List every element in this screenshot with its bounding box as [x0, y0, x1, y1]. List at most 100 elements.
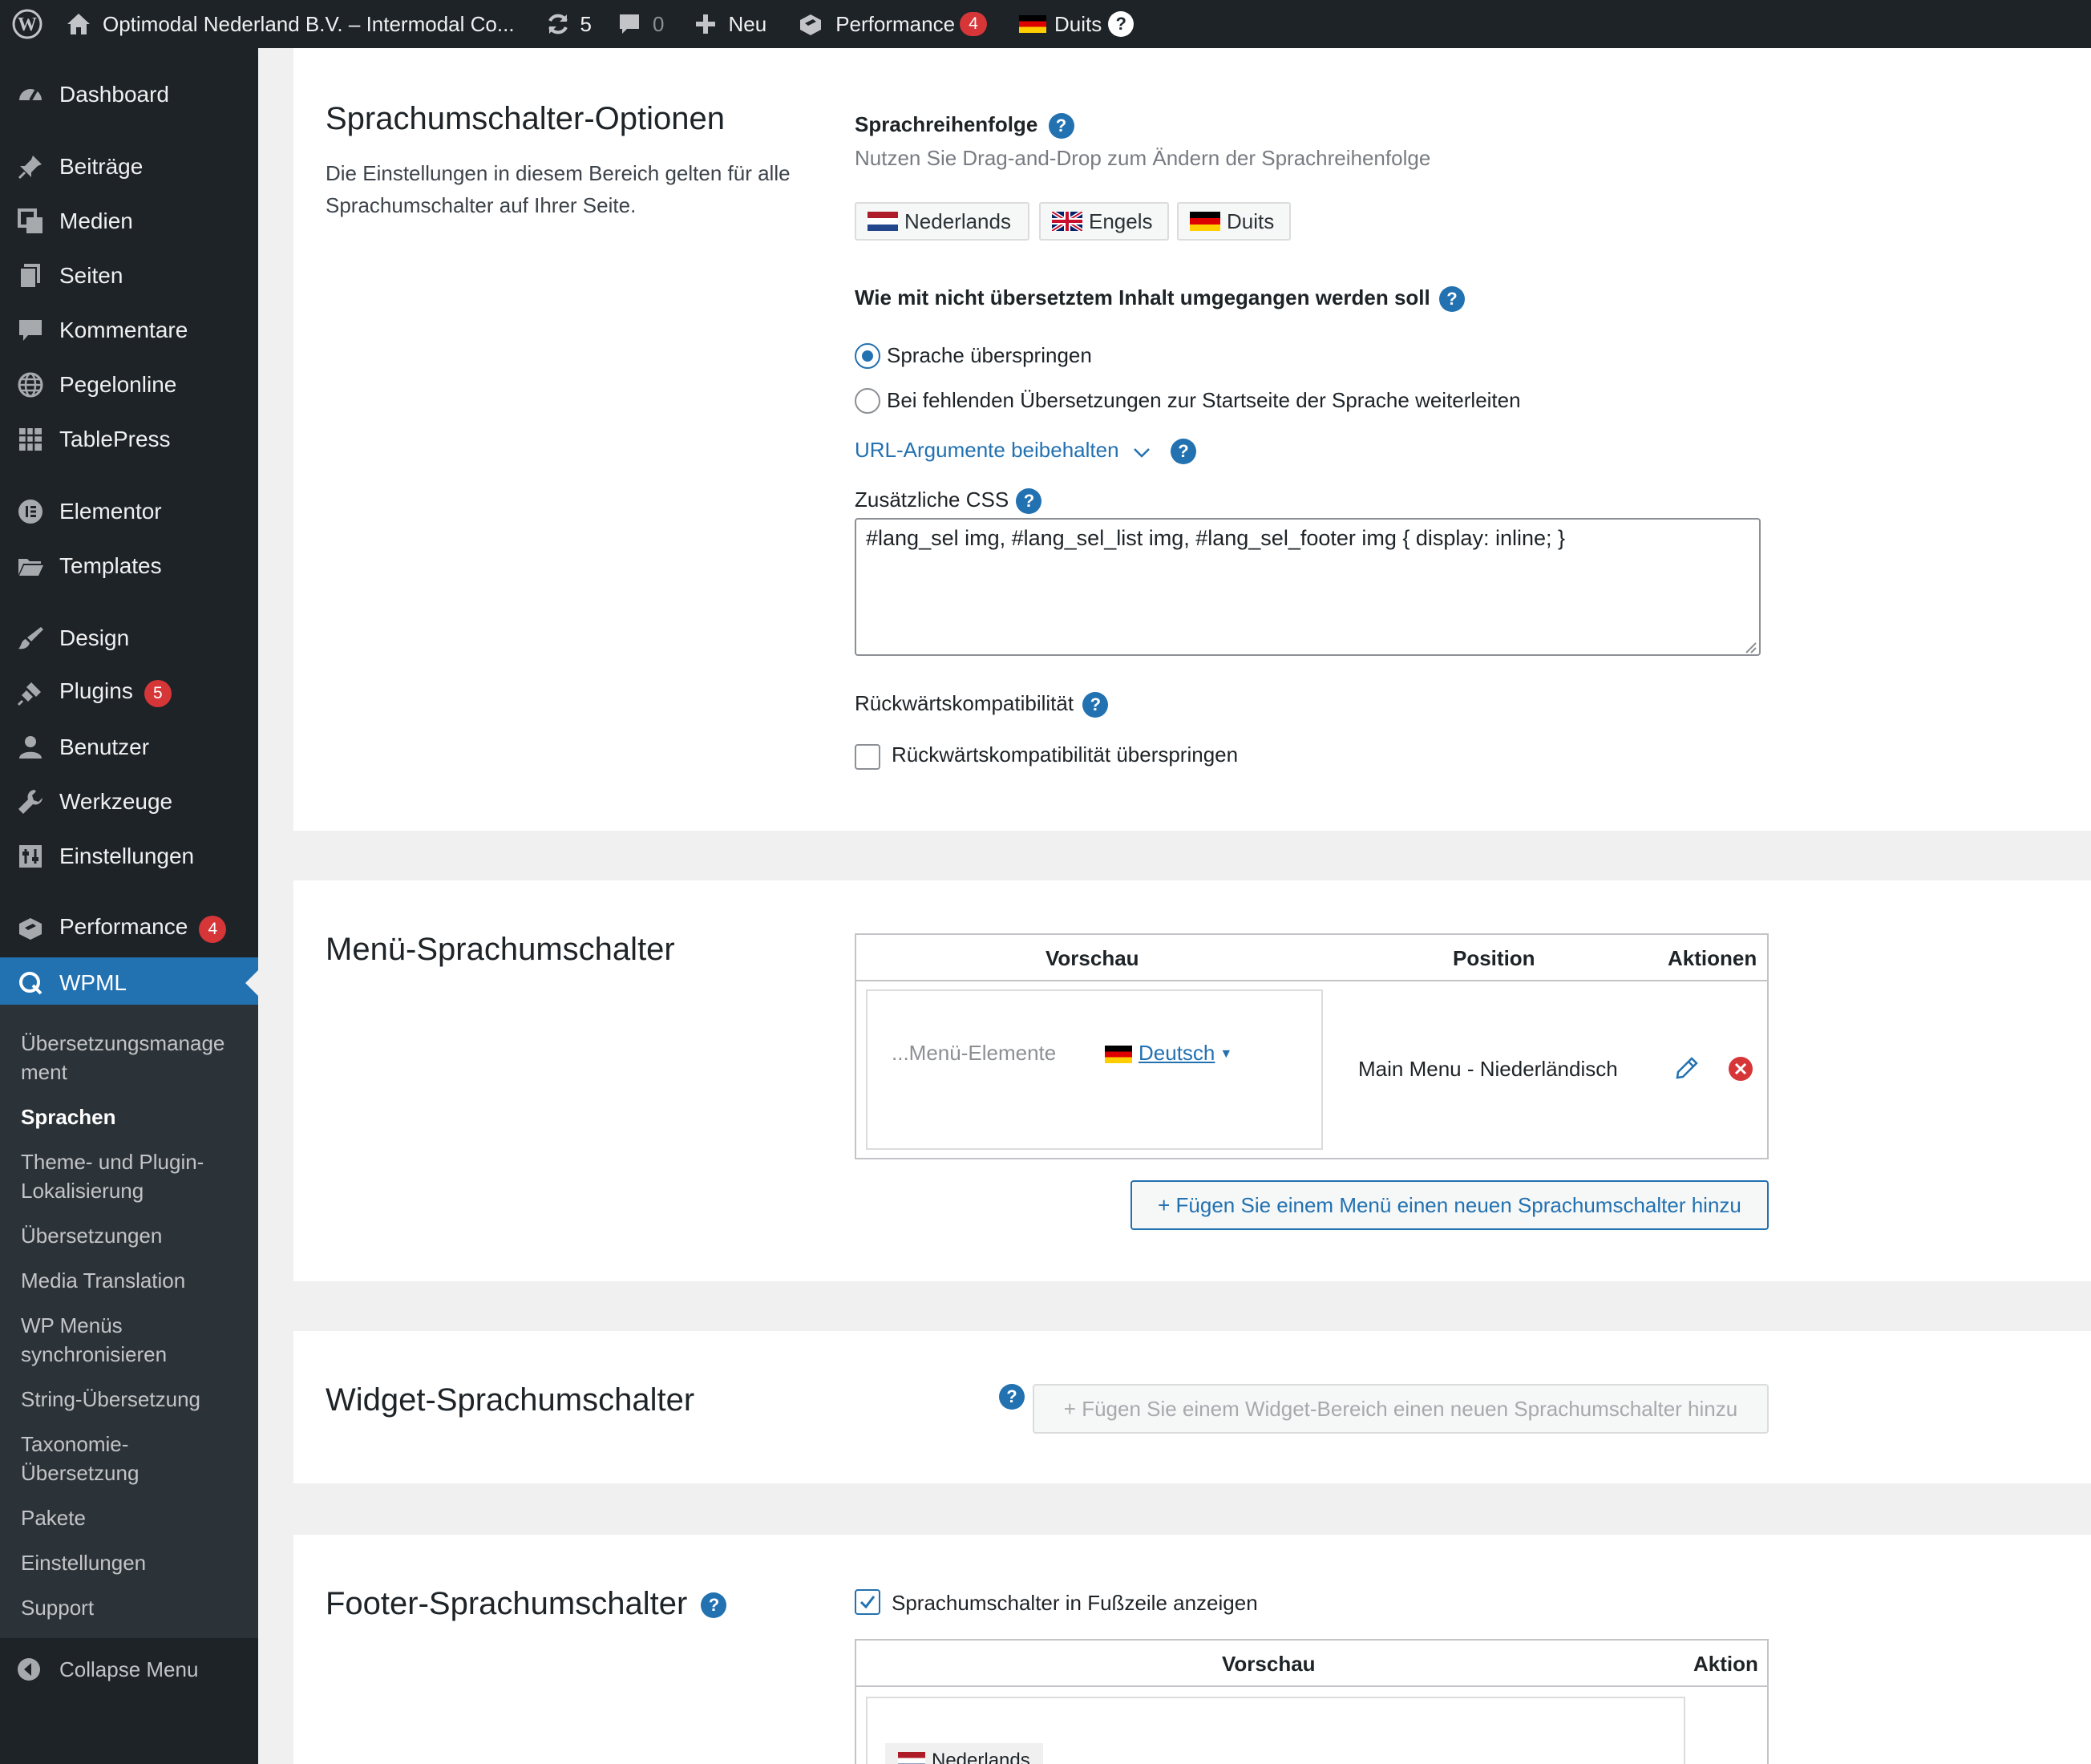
- collapse-menu-button[interactable]: Collapse Menu: [0, 1645, 258, 1693]
- resize-handle-icon[interactable]: [1743, 640, 1757, 658]
- help-icon[interactable]: ?: [1439, 286, 1465, 313]
- performance-label: Performance: [835, 11, 956, 36]
- sidebar-item-kommentare[interactable]: Kommentare: [0, 305, 258, 356]
- new-content-link[interactable]: Neu: [685, 0, 776, 48]
- untranslated-label-text: Wie mit nicht übersetztem Inhalt umgegan…: [855, 285, 1430, 310]
- sidebar-item-plugins[interactable]: Plugins 5: [0, 667, 258, 718]
- submenu-item-support[interactable]: Support: [21, 1593, 245, 1622]
- additional-css-textarea[interactable]: #lang_sel img, #lang_sel_list img, #lang…: [855, 518, 1761, 656]
- redirect-radio[interactable]: [855, 388, 880, 414]
- compat-checkbox-label: Rückwärtskompatibilität überspringen: [892, 742, 1239, 767]
- folder-icon: [16, 552, 45, 581]
- help-icon[interactable]: ?: [999, 1384, 1025, 1410]
- footer-preview-language[interactable]: Nederlands: [885, 1743, 1043, 1764]
- column-header-preview: Vorschau: [1222, 1652, 1316, 1676]
- compat-checkbox[interactable]: [855, 744, 880, 770]
- order-hint: Nutzen Sie Drag-and-Drop zum Ändern der …: [855, 146, 1431, 170]
- submenu-item-translation-management[interactable]: Übersetzungsmanage ment: [21, 1029, 245, 1086]
- german-flag-icon: [1105, 1046, 1132, 1064]
- new-label: Neu: [728, 11, 767, 36]
- wpml-submenu: Übersetzungsmanage ment Sprachen Theme- …: [0, 1005, 258, 1638]
- sidebar-item-tablepress[interactable]: TablePress: [0, 414, 258, 465]
- skip-language-radio[interactable]: [855, 343, 880, 369]
- sidebar-item-performance[interactable]: Performance 4: [0, 903, 258, 954]
- plus-icon: [694, 13, 717, 35]
- sidebar-label: Plugins 5: [59, 678, 172, 707]
- column-header-action: Aktion: [1693, 1652, 1758, 1676]
- submenu-item-packages[interactable]: Pakete: [21, 1503, 245, 1532]
- language-order-item-de[interactable]: Duits: [1177, 202, 1291, 241]
- sidebar-item-elementor[interactable]: Elementor: [0, 486, 258, 537]
- edit-pencil-icon[interactable]: [1674, 1055, 1700, 1085]
- column-header-actions: Aktionen: [1668, 946, 1757, 970]
- help-icon[interactable]: ?: [701, 1592, 727, 1619]
- sidebar-label: Templates: [59, 553, 162, 578]
- comment-icon: [617, 12, 641, 36]
- sidebar-label: Benutzer: [59, 734, 150, 759]
- untranslated-label: Wie mit nicht übersetztem Inhalt umgegan…: [855, 285, 1465, 313]
- submenu-item-languages[interactable]: Sprachen: [21, 1102, 245, 1131]
- sidebar-item-benutzer[interactable]: Benutzer: [0, 722, 258, 773]
- submenu-item-string-translation[interactable]: String-Übersetzung: [21, 1385, 245, 1414]
- collapse-arrow-icon: [16, 1657, 42, 1682]
- menu-switcher-table: Vorschau Position Aktionen ...Menü-Eleme…: [855, 933, 1769, 1159]
- submenu-item-translations[interactable]: Übersetzungen: [21, 1221, 245, 1250]
- language-label: Duits: [1054, 11, 1102, 36]
- submenu-item-taxonomy-translation[interactable]: Taxonomie- Übersetzung: [21, 1430, 245, 1487]
- help-icon[interactable]: ?: [1171, 439, 1197, 465]
- sidebar-label: WPML: [59, 970, 127, 995]
- sidebar-item-beitraege[interactable]: Beiträge: [0, 141, 258, 192]
- sidebar-item-wpml[interactable]: WPML: [0, 957, 258, 1009]
- media-icon: [16, 207, 45, 236]
- help-icon[interactable]: ?: [1016, 488, 1042, 515]
- column-header-preview: Vorschau: [1046, 946, 1139, 970]
- submenu-label: Support: [21, 1596, 95, 1620]
- submenu-item-wp-menus-sync[interactable]: WP Menüs synchronisieren: [21, 1311, 245, 1369]
- sidebar-label: Seiten: [59, 263, 123, 288]
- language-name: Duits: [1227, 208, 1275, 233]
- wordpress-logo-icon[interactable]: W: [0, 0, 56, 48]
- submenu-label: Theme- und Plugin- Lokalisierung: [21, 1150, 204, 1203]
- comments-link[interactable]: 0: [608, 0, 673, 48]
- sidebar-item-pegelonline[interactable]: Pegelonline: [0, 359, 258, 411]
- preview-language-link[interactable]: Deutsch ▼: [1105, 1041, 1232, 1066]
- redirect-label: Bei fehlenden Übersetzungen zur Startsei…: [887, 388, 1521, 412]
- sidebar-item-templates[interactable]: Templates: [0, 540, 258, 592]
- help-icon[interactable]: ?: [1108, 11, 1134, 37]
- language-order-item-en[interactable]: Engels: [1039, 202, 1169, 241]
- submenu-item-theme-plugin-localization[interactable]: Theme- und Plugin- Lokalisierung: [21, 1147, 245, 1205]
- sidebar-item-seiten[interactable]: Seiten: [0, 250, 258, 301]
- sidebar-label-text: Performance: [59, 914, 188, 939]
- url-arguments-toggle[interactable]: URL-Argumente beibehalten ?: [855, 438, 1197, 465]
- sidebar-item-werkzeuge[interactable]: Werkzeuge: [0, 776, 258, 827]
- add-menu-switcher-button[interactable]: + Fügen Sie einem Menü einen neuen Sprac…: [1130, 1180, 1769, 1230]
- add-widget-switcher-button[interactable]: + Fügen Sie einem Widget-Bereich einen n…: [1033, 1384, 1769, 1434]
- sidebar-item-medien[interactable]: Medien: [0, 196, 258, 247]
- help-icon[interactable]: ?: [1082, 692, 1109, 718]
- comments-count: 0: [653, 11, 665, 36]
- footer-switcher-title-text: Footer-Sprachumschalter: [326, 1586, 688, 1621]
- settings-icon: [16, 842, 45, 871]
- site-name-link[interactable]: Optimodal Nederland B.V. – Intermodal Co…: [56, 0, 524, 48]
- performance-link[interactable]: Performance 4: [787, 0, 997, 48]
- submenu-item-settings[interactable]: Einstellungen: [21, 1548, 245, 1577]
- elementor-icon: [16, 497, 45, 526]
- performance-icon: [16, 914, 45, 943]
- sidebar-item-dashboard[interactable]: Dashboard: [0, 69, 258, 120]
- language-order-item-nl[interactable]: Nederlands: [855, 202, 1029, 241]
- css-label-text: Zusätzliche CSS: [855, 488, 1009, 512]
- delete-icon[interactable]: [1727, 1055, 1754, 1086]
- collapse-label: Collapse Menu: [59, 1657, 199, 1681]
- sidebar-item-design[interactable]: Design: [0, 613, 258, 664]
- menu-switcher-title: Menü-Sprachumschalter: [326, 932, 675, 967]
- plugins-update-badge: 5: [144, 680, 172, 707]
- show-footer-switcher-checkbox[interactable]: [855, 1589, 880, 1615]
- submenu-item-media-translation[interactable]: Media Translation: [21, 1266, 245, 1295]
- submenu-label: Media Translation: [21, 1268, 186, 1293]
- language-switcher-link[interactable]: Duits ?: [1009, 0, 1143, 48]
- help-icon[interactable]: ?: [1048, 113, 1074, 140]
- updates-link[interactable]: 5: [536, 0, 601, 48]
- admin-bar: W Optimodal Nederland B.V. – Intermodal …: [0, 0, 2091, 48]
- sidebar-item-einstellungen[interactable]: Einstellungen: [0, 831, 258, 882]
- menu-preview-box: ...Menü-Elemente Deutsch ▼: [866, 989, 1323, 1150]
